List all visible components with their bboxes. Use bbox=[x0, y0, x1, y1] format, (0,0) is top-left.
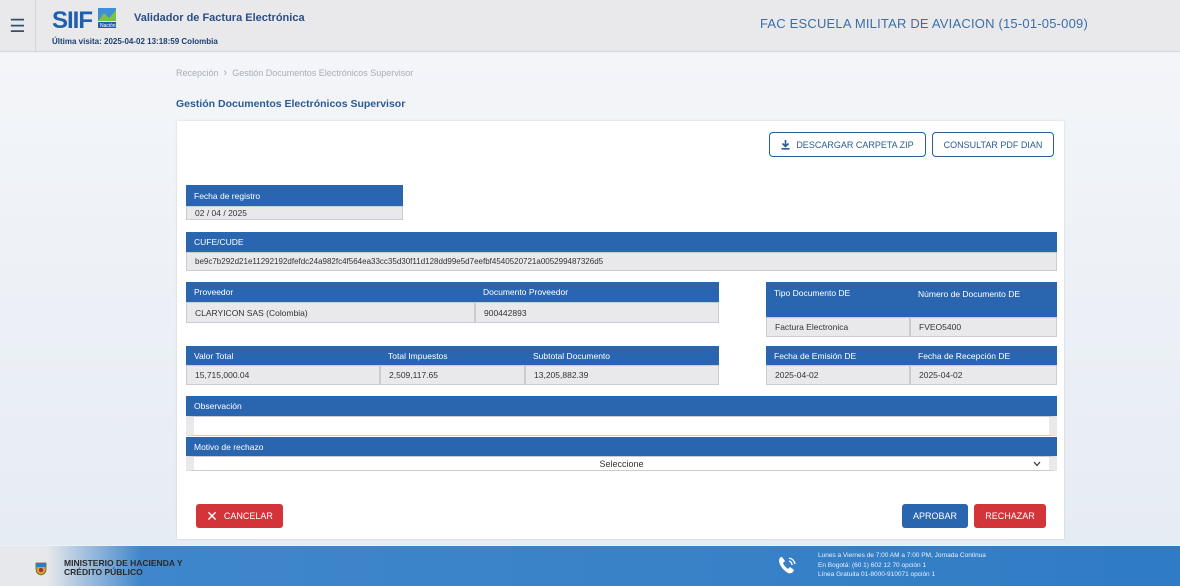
proveedor-value: CLARYICON SAS (Colombia) bbox=[186, 302, 475, 323]
contact-bogota: En Bogotá: (60 1) 602 12 70 opción 1 bbox=[818, 561, 927, 569]
documento-proveedor-label: Documento Proveedor bbox=[475, 282, 719, 302]
download-zip-label: DESCARGAR CARPETA ZIP bbox=[796, 139, 914, 150]
reject-button[interactable]: RECHAZAR bbox=[974, 504, 1046, 528]
observacion-group: Observación bbox=[186, 396, 1057, 436]
footer: MINISTERIO DE HACIENDA Y CRÉDITO PÚBLICO… bbox=[0, 546, 1180, 586]
motivo-rechazo-selected: Seleccione bbox=[599, 458, 644, 469]
motivo-rechazo-select[interactable]: Seleccione bbox=[186, 456, 1057, 471]
close-icon: ✕ bbox=[206, 508, 218, 524]
proveedor-group: Proveedor CLARYICON SAS (Colombia) Docum… bbox=[186, 282, 719, 323]
fecha-emision-value: 2025-04-02 bbox=[766, 365, 910, 385]
breadcrumb-item-recepcion[interactable]: Recepción bbox=[176, 68, 219, 78]
cancel-button[interactable]: ✕ CANCELAR bbox=[196, 504, 283, 528]
contact-hours: Lunes a Viernes de 7:00 AM a 7:00 PM, Jo… bbox=[818, 552, 986, 559]
download-zip-button[interactable]: DESCARGAR CARPETA ZIP bbox=[769, 132, 926, 157]
cufe-value: be9c7b292d21e11292192dfefdc24a982fc4f564… bbox=[186, 252, 1057, 271]
cufe-label: CUFE/CUDE bbox=[186, 232, 1057, 252]
coat-of-arms-icon bbox=[35, 562, 47, 576]
tipo-documento-label: Tipo Documento DE bbox=[766, 282, 910, 317]
menu-icon[interactable]: ☰ bbox=[0, 0, 36, 52]
contact-tollfree: Línea Gratuita 01-8000-910071 opción 1 bbox=[818, 571, 936, 578]
last-visit: Última visita: 2025-04-02 13:18:59 Colom… bbox=[52, 37, 218, 46]
consult-pdf-button[interactable]: CONSULTAR PDF DIAN bbox=[932, 132, 1054, 157]
fechas-de-group: Fecha de Emisión DE 2025-04-02 Fecha de … bbox=[766, 346, 1057, 385]
fecha-registro-label: Fecha de registro bbox=[186, 185, 403, 206]
numero-documento-label: Número de Documento DE bbox=[910, 282, 1057, 317]
app-title: Validador de Factura Electrónica bbox=[134, 12, 305, 24]
observacion-label: Observación bbox=[186, 396, 1057, 416]
top-bar: ☰ SIIF Nación Validador de Factura Elect… bbox=[0, 0, 1180, 52]
document-card: DESCARGAR CARPETA ZIP CONSULTAR PDF DIAN… bbox=[177, 121, 1064, 539]
consult-pdf-label: CONSULTAR PDF DIAN bbox=[943, 139, 1043, 150]
fecha-emision-label: Fecha de Emisión DE bbox=[766, 346, 910, 365]
approve-button[interactable]: APROBAR bbox=[902, 504, 968, 528]
cancel-label: CANCELAR bbox=[223, 511, 273, 521]
documento-proveedor-value: 900442893 bbox=[475, 302, 719, 323]
ministry-line-2: CRÉDITO PÚBLICO bbox=[64, 567, 143, 577]
svg-text:SIIF: SIIF bbox=[52, 7, 92, 34]
download-icon bbox=[781, 139, 790, 150]
chevron-right-icon: › bbox=[223, 67, 228, 79]
fecha-registro-group: Fecha de registro 02 / 04 / 2025 bbox=[186, 185, 403, 220]
subtotal-value: 13,205,882.39 bbox=[525, 365, 719, 385]
subtotal-label: Subtotal Documento bbox=[525, 346, 719, 365]
fecha-recepcion-value: 2025-04-02 bbox=[910, 365, 1057, 385]
phone-icon bbox=[779, 557, 796, 574]
valores-group: Valor Total 15,715,000.04 Total Impuesto… bbox=[186, 346, 719, 385]
page-title: Gestión Documentos Electrónicos Supervis… bbox=[176, 98, 406, 110]
total-impuestos-value: 2,509,117.65 bbox=[380, 365, 525, 385]
valor-total-value: 15,715,000.04 bbox=[186, 365, 380, 385]
valor-total-label: Valor Total bbox=[186, 346, 380, 365]
numero-documento-value: FVEO5400 bbox=[910, 317, 1057, 337]
reject-label: RECHAZAR bbox=[985, 511, 1035, 521]
chevron-down-icon bbox=[1033, 461, 1041, 467]
fecha-recepcion-label: Fecha de Recepción DE bbox=[910, 346, 1057, 365]
tipo-documento-group: Tipo Documento DE Factura Electronica Nú… bbox=[766, 282, 1057, 337]
motivo-rechazo-group: Motivo de rechazo Seleccione bbox=[186, 437, 1057, 471]
entity-name: FAC ESCUELA MILITAR DE AVIACION (15-01-0… bbox=[759, 16, 1088, 31]
approve-label: APROBAR bbox=[912, 511, 957, 521]
siif-logo: SIIF Nación bbox=[52, 7, 116, 34]
total-impuestos-label: Total Impuestos bbox=[380, 346, 525, 365]
cufe-group: CUFE/CUDE be9c7b292d21e11292192dfefdc24a… bbox=[186, 232, 1057, 271]
svg-text:Nación: Nación bbox=[100, 23, 116, 29]
ministry-name: MINISTERIO DE HACIENDA Y CRÉDITO PÚBLICO bbox=[64, 559, 183, 577]
fecha-registro-value: 02 / 04 / 2025 bbox=[186, 206, 403, 220]
contact-info: Lunes a Viernes de 7:00 AM a 7:00 PM, Jo… bbox=[818, 551, 986, 580]
tipo-documento-value: Factura Electronica bbox=[766, 317, 910, 337]
proveedor-label: Proveedor bbox=[186, 282, 475, 302]
motivo-rechazo-label: Motivo de rechazo bbox=[186, 437, 1057, 456]
breadcrumb: Recepción › Gestión Documentos Electróni… bbox=[176, 67, 413, 79]
observacion-textarea[interactable] bbox=[186, 416, 1057, 436]
breadcrumb-item-current: Gestión Documentos Electrónicos Supervis… bbox=[232, 68, 414, 78]
